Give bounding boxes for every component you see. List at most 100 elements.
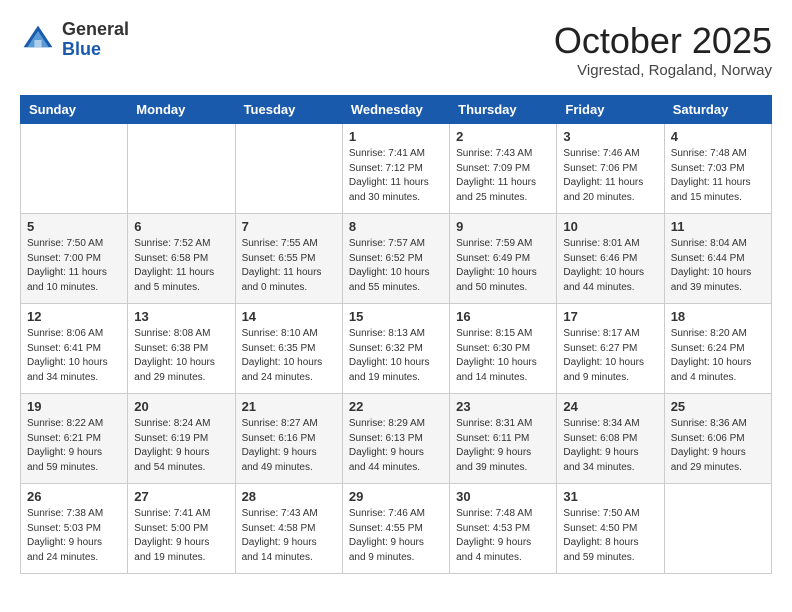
day-cell-15: 15 Sunrise: 8:13 AM Sunset: 6:32 PM Dayli… <box>342 304 449 394</box>
day-cell-22: 22Sunrise: 8:29 AM Sunset: 6:13 PM Dayli… <box>342 394 449 484</box>
day-info: Sunrise: 8:22 AM Sunset: 6:21 PM Dayligh… <box>27 417 121 475</box>
day-info: Sunrise: 8:36 AM Sunset: 6:06 PM Dayligh… <box>671 417 765 475</box>
day-number: 9 <box>456 219 550 234</box>
day-cell-8: 8 Sunrise: 7:57 AM Sunset: 6:52 PM Daylig… <box>342 214 449 304</box>
day-cell-18: 18Sunrise: 8:20 AM Sunset: 6:24 PM Dayli… <box>664 304 771 394</box>
day-info: Sunrise: 8:34 AM Sunset: 6:08 PM Dayligh… <box>563 417 657 475</box>
weekday-header-thursday: Thursday <box>450 96 557 124</box>
day-cell-6: 6 Sunrise: 7:52 AM Sunset: 6:58 PM Daylig… <box>128 214 235 304</box>
page-header: General Blue October 2025 Vigrestad, Rog… <box>20 20 772 79</box>
weekday-header-saturday: Saturday <box>664 96 771 124</box>
day-number: 3 <box>563 129 657 144</box>
empty-cell <box>128 124 235 214</box>
day-cell-26: 26 Sunrise: 7:38 AM Sunset: 5:03 PM Dayli… <box>21 484 128 574</box>
day-info: Sunrise: 8:31 AM Sunset: 6:11 PM Dayligh… <box>456 417 550 475</box>
location: Vigrestad, Rogaland, Norway <box>554 62 772 79</box>
logo-general-text: General <box>62 19 129 39</box>
week-row-1: 1 Sunrise: 7:41 AM Sunset: 7:12 PM Daylig… <box>21 124 772 214</box>
day-number: 29 <box>349 489 443 504</box>
weekday-header-tuesday: Tuesday <box>235 96 342 124</box>
day-cell-9: 9Sunrise: 7:59 AM Sunset: 6:49 PM Daylig… <box>450 214 557 304</box>
day-cell-27: 27 Sunrise: 7:41 AM Sunset: 5:00 PM Dayli… <box>128 484 235 574</box>
empty-cell <box>21 124 128 214</box>
day-cell-1: 1 Sunrise: 7:41 AM Sunset: 7:12 PM Daylig… <box>342 124 449 214</box>
day-number: 10 <box>563 219 657 234</box>
day-cell-28: 28Sunrise: 7:43 AM Sunset: 4:58 PM Dayli… <box>235 484 342 574</box>
day-number: 18 <box>671 309 765 324</box>
day-number: 7 <box>242 219 336 234</box>
day-info: Sunrise: 7:38 AM Sunset: 5:03 PM Dayligh… <box>27 507 121 565</box>
weekday-header-friday: Friday <box>557 96 664 124</box>
logo: General Blue <box>20 20 129 60</box>
day-cell-29: 29 Sunrise: 7:46 AM Sunset: 4:55 PM Dayli… <box>342 484 449 574</box>
day-info: Sunrise: 7:57 AM Sunset: 6:52 PM Dayligh… <box>349 237 443 295</box>
day-number: 26 <box>27 489 121 504</box>
day-number: 8 <box>349 219 443 234</box>
calendar: SundayMondayTuesdayWednesdayThursdayFrid… <box>20 95 772 574</box>
empty-cell <box>664 484 771 574</box>
day-number: 4 <box>671 129 765 144</box>
day-info: Sunrise: 8:27 AM Sunset: 6:16 PM Dayligh… <box>242 417 336 475</box>
day-info: Sunrise: 7:41 AM Sunset: 5:00 PM Dayligh… <box>134 507 228 565</box>
day-info: Sunrise: 7:48 AM Sunset: 4:53 PM Dayligh… <box>456 507 550 565</box>
day-info: Sunrise: 8:08 AM Sunset: 6:38 PM Dayligh… <box>134 327 228 385</box>
day-number: 27 <box>134 489 228 504</box>
day-cell-23: 23 Sunrise: 8:31 AM Sunset: 6:11 PM Dayli… <box>450 394 557 484</box>
day-number: 22 <box>349 399 443 414</box>
day-info: Sunrise: 8:24 AM Sunset: 6:19 PM Dayligh… <box>134 417 228 475</box>
day-info: Sunrise: 7:43 AM Sunset: 7:09 PM Dayligh… <box>456 147 550 205</box>
day-info: Sunrise: 7:48 AM Sunset: 7:03 PM Dayligh… <box>671 147 765 205</box>
day-number: 28 <box>242 489 336 504</box>
day-cell-13: 13 Sunrise: 8:08 AM Sunset: 6:38 PM Dayli… <box>128 304 235 394</box>
day-cell-25: 25Sunrise: 8:36 AM Sunset: 6:06 PM Dayli… <box>664 394 771 484</box>
month-title: October 2025 <box>554 20 772 62</box>
title-block: October 2025 Vigrestad, Rogaland, Norway <box>554 20 772 79</box>
day-number: 31 <box>563 489 657 504</box>
week-row-3: 12 Sunrise: 8:06 AM Sunset: 6:41 PM Dayli… <box>21 304 772 394</box>
day-number: 30 <box>456 489 550 504</box>
day-number: 6 <box>134 219 228 234</box>
day-number: 1 <box>349 129 443 144</box>
day-cell-17: 17 Sunrise: 8:17 AM Sunset: 6:27 PM Dayli… <box>557 304 664 394</box>
empty-cell <box>235 124 342 214</box>
day-cell-11: 11 Sunrise: 8:04 AM Sunset: 6:44 PM Dayli… <box>664 214 771 304</box>
day-info: Sunrise: 8:13 AM Sunset: 6:32 PM Dayligh… <box>349 327 443 385</box>
day-cell-14: 14Sunrise: 8:10 AM Sunset: 6:35 PM Dayli… <box>235 304 342 394</box>
day-info: Sunrise: 7:50 AM Sunset: 7:00 PM Dayligh… <box>27 237 121 295</box>
day-cell-19: 19Sunrise: 8:22 AM Sunset: 6:21 PM Dayli… <box>21 394 128 484</box>
day-cell-16: 16Sunrise: 8:15 AM Sunset: 6:30 PM Dayli… <box>450 304 557 394</box>
day-number: 17 <box>563 309 657 324</box>
day-cell-2: 2Sunrise: 7:43 AM Sunset: 7:09 PM Daylig… <box>450 124 557 214</box>
day-number: 13 <box>134 309 228 324</box>
day-info: Sunrise: 8:15 AM Sunset: 6:30 PM Dayligh… <box>456 327 550 385</box>
weekday-header-wednesday: Wednesday <box>342 96 449 124</box>
day-number: 24 <box>563 399 657 414</box>
day-info: Sunrise: 7:46 AM Sunset: 4:55 PM Dayligh… <box>349 507 443 565</box>
day-cell-5: 5Sunrise: 7:50 AM Sunset: 7:00 PM Daylig… <box>21 214 128 304</box>
day-info: Sunrise: 8:04 AM Sunset: 6:44 PM Dayligh… <box>671 237 765 295</box>
day-number: 12 <box>27 309 121 324</box>
day-info: Sunrise: 7:41 AM Sunset: 7:12 PM Dayligh… <box>349 147 443 205</box>
day-number: 23 <box>456 399 550 414</box>
week-row-4: 19Sunrise: 8:22 AM Sunset: 6:21 PM Dayli… <box>21 394 772 484</box>
day-info: Sunrise: 7:46 AM Sunset: 7:06 PM Dayligh… <box>563 147 657 205</box>
day-info: Sunrise: 8:06 AM Sunset: 6:41 PM Dayligh… <box>27 327 121 385</box>
day-cell-4: 4 Sunrise: 7:48 AM Sunset: 7:03 PM Daylig… <box>664 124 771 214</box>
weekday-header-row: SundayMondayTuesdayWednesdayThursdayFrid… <box>21 96 772 124</box>
day-number: 20 <box>134 399 228 414</box>
day-cell-3: 3 Sunrise: 7:46 AM Sunset: 7:06 PM Daylig… <box>557 124 664 214</box>
day-info: Sunrise: 7:52 AM Sunset: 6:58 PM Dayligh… <box>134 237 228 295</box>
day-cell-12: 12 Sunrise: 8:06 AM Sunset: 6:41 PM Dayli… <box>21 304 128 394</box>
week-row-2: 5Sunrise: 7:50 AM Sunset: 7:00 PM Daylig… <box>21 214 772 304</box>
logo-icon <box>20 22 56 58</box>
day-cell-21: 21Sunrise: 8:27 AM Sunset: 6:16 PM Dayli… <box>235 394 342 484</box>
day-cell-30: 30 Sunrise: 7:48 AM Sunset: 4:53 PM Dayli… <box>450 484 557 574</box>
day-info: Sunrise: 8:01 AM Sunset: 6:46 PM Dayligh… <box>563 237 657 295</box>
day-info: Sunrise: 7:55 AM Sunset: 6:55 PM Dayligh… <box>242 237 336 295</box>
day-number: 15 <box>349 309 443 324</box>
day-cell-20: 20 Sunrise: 8:24 AM Sunset: 6:19 PM Dayli… <box>128 394 235 484</box>
day-cell-7: 7 Sunrise: 7:55 AM Sunset: 6:55 PM Daylig… <box>235 214 342 304</box>
day-info: Sunrise: 8:17 AM Sunset: 6:27 PM Dayligh… <box>563 327 657 385</box>
day-number: 11 <box>671 219 765 234</box>
day-number: 14 <box>242 309 336 324</box>
